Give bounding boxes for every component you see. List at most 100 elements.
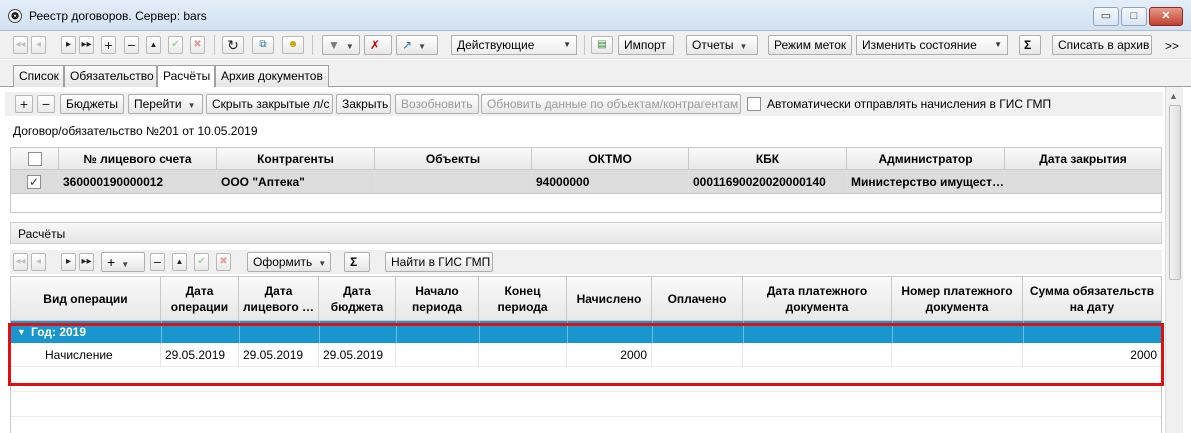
confirm-icon[interactable]: ✔ [168,36,183,54]
col-account-date[interactable]: Дата лицевого … [239,277,319,320]
reports-dropdown[interactable]: Отчеты ▼ [686,35,758,55]
separator [584,35,585,55]
remove-icon[interactable]: − [150,253,165,271]
goto-dropdown[interactable]: Перейти ▼ [128,94,203,114]
plus-icon: + [107,254,116,270]
remove-icon[interactable]: − [124,36,139,54]
group-row-year[interactable]: ▼ Год: 2019 [11,321,1161,343]
move-up-icon[interactable]: ▲ [146,36,161,54]
first-record-icon[interactable]: ◂◂ [13,36,28,54]
scroll-thumb[interactable] [1169,105,1181,280]
col-oktmo[interactable]: ОКТМО [532,148,689,169]
chevron-down-icon: ▼ [563,40,571,49]
add-icon[interactable]: + [101,36,116,54]
next-record-icon[interactable]: ▸ [61,253,76,271]
payment-doc-number-cell [892,343,1023,366]
calculations-section-header: Расчёты [10,222,1162,244]
auto-send-checkbox[interactable] [747,97,761,111]
oktmo-cell: 94000000 [532,170,689,193]
col-operation-date[interactable]: Дата операции [161,277,239,320]
add-account-icon[interactable]: + [15,95,33,113]
empty-row [11,368,1161,392]
refresh-icon[interactable]: ↻ [222,36,244,54]
budgets-button[interactable]: Бюджеты [60,94,124,114]
table-row[interactable]: ✓ 360000190000012 ООО "Аптека" 94000000 … [11,170,1161,194]
move-up-icon[interactable]: ▲ [172,253,187,271]
col-period-end[interactable]: Конец периода [479,277,567,320]
period-start-cell [396,343,479,366]
separator [214,35,215,55]
clear-filter-button[interactable]: ✗ [364,35,392,55]
last-record-icon[interactable]: ▸▸ [79,36,94,54]
col-counterparties[interactable]: Контрагенты [217,148,375,169]
prev-record-icon[interactable]: ◂ [31,253,46,271]
col-account-number[interactable]: № лицевого счета [59,148,217,169]
col-obligations-sum[interactable]: Сумма обязательств на дату [1023,277,1161,320]
format-dropdown[interactable]: Оформить ▼ [247,252,331,272]
next-record-icon[interactable]: ▸ [61,36,76,54]
prev-record-icon[interactable]: ◂ [31,36,46,54]
scroll-up-icon[interactable]: ▲ [1169,91,1178,101]
more-tools-icon[interactable]: >> [1165,39,1179,53]
hide-closed-button[interactable]: Скрыть закрытые л/с [206,94,333,114]
col-objects[interactable]: Объекты [375,148,532,169]
sign-icon[interactable]: ☻ [282,36,304,54]
filter-dropdown[interactable]: ▼ ▼ [322,35,360,55]
first-record-icon[interactable]: ◂◂ [13,253,28,271]
accounts-grid: № лицевого счета Контрагенты Объекты ОКТ… [10,147,1162,213]
minimize-button[interactable]: ▭ [1093,7,1119,26]
remove-account-icon[interactable]: − [37,95,55,113]
cancel-icon[interactable]: ✖ [190,36,205,54]
row-checkbox[interactable]: ✓ [27,175,41,189]
operation-date-cell: 29.05.2019 [161,343,239,366]
divider [239,321,240,343]
col-payment-doc-number[interactable]: Номер платежного документа [892,277,1023,320]
find-gis-button[interactable]: Найти в ГИС ГМП [385,252,493,272]
last-record-icon[interactable]: ▸▸ [79,253,94,271]
col-administrator[interactable]: Администратор [847,148,1005,169]
sum-button[interactable]: Σ [344,252,370,272]
navigate-dropdown[interactable]: ↗ ▼ [396,35,438,55]
collapse-triangle-icon[interactable]: ▼ [17,321,26,343]
chevron-down-icon: ▼ [994,40,1002,49]
account-date-cell: 29.05.2019 [239,343,319,366]
update-data-button[interactable]: Обновить данные по объектам/контрагентам [481,94,741,114]
tab-obligation[interactable]: Обязательство [64,65,157,87]
table-row[interactable]: Начисление 29.05.2019 29.05.2019 29.05.2… [11,343,1161,367]
cancel-icon[interactable]: ✖ [216,253,231,271]
col-paid[interactable]: Оплачено [652,277,743,320]
col-kbk[interactable]: КБК [689,148,847,169]
col-period-start[interactable]: Начало периода [396,277,479,320]
marks-mode-button[interactable]: Режим меток [768,35,852,55]
confirm-icon[interactable]: ✔ [194,253,209,271]
tab-archive[interactable]: Архив документов [215,65,329,87]
close-account-button[interactable]: Закрыть [336,94,391,114]
select-all-checkbox[interactable] [27,151,42,166]
col-payment-doc-date[interactable]: Дата платежного документа [743,277,892,320]
col-accrued[interactable]: Начислено [567,277,652,320]
resume-button[interactable]: Возобновить [395,94,479,114]
vertical-scrollbar[interactable]: ▲ [1165,87,1183,433]
obligations-sum-cell: 2000 [1130,348,1157,362]
col-budget-date[interactable]: Дата бюджета [319,277,396,320]
tab-calculations[interactable]: Расчёты [157,65,215,88]
close-window-button[interactable]: ✕ [1149,7,1183,26]
maximize-button[interactable]: □ [1121,7,1147,26]
col-operation-type[interactable]: Вид операции [11,277,161,320]
sum-button[interactable]: Σ [1019,35,1041,55]
copy-icon[interactable]: ⧉ [252,36,274,54]
tab-list[interactable]: Список [13,65,64,87]
col-close-date[interactable]: Дата закрытия [1005,148,1161,169]
separator [312,35,313,55]
counterparty-cell: ООО "Аптека" [217,170,375,193]
status-filter-select[interactable]: Действующие ▼ [451,35,577,55]
add-dropdown[interactable]: + ▼ [101,252,145,272]
import-button[interactable]: Импорт [618,35,674,55]
divider [892,321,893,343]
section-title: Расчёты [18,227,66,241]
archive-button[interactable]: Списать в архив [1052,35,1152,55]
change-state-dropdown[interactable]: Изменить состояние ▼ [856,35,1008,55]
excel-icon[interactable]: ▤ [591,36,613,54]
divider [479,321,480,343]
window-title: Реестр договоров. Сервер: bars [29,9,207,23]
